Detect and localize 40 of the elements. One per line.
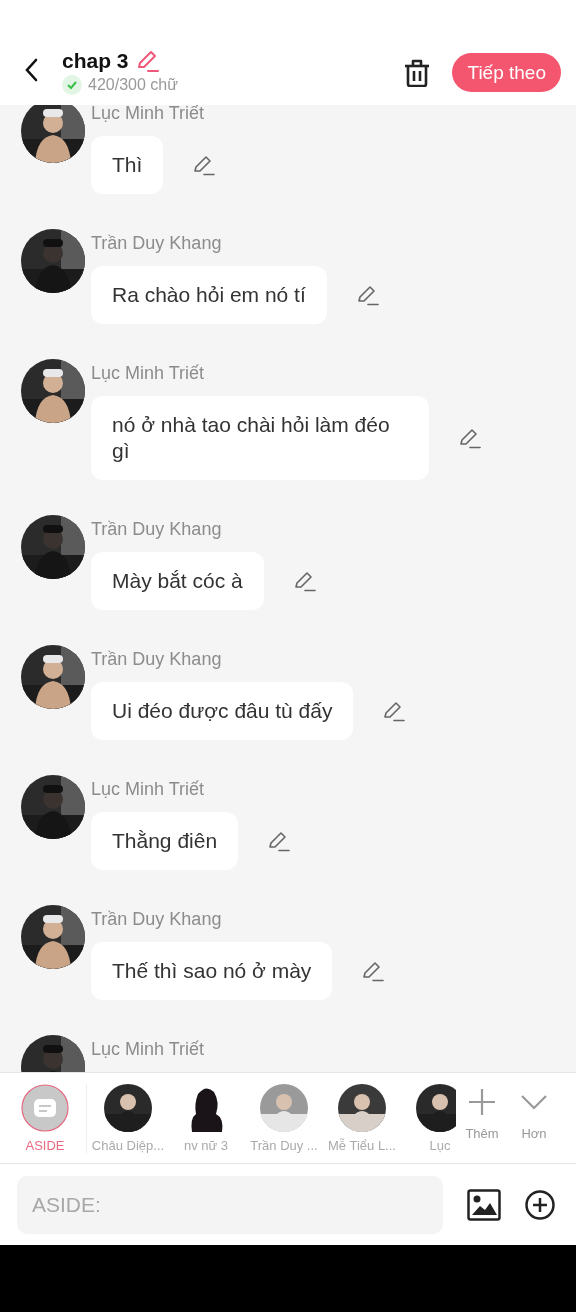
character-item[interactable]: Lục (401, 1083, 456, 1153)
chapter-title: chap 3 (62, 48, 129, 73)
message-bubble[interactable]: Thằng điên (91, 812, 239, 870)
message-bubble[interactable]: Ra chào hỏi em nó tí (91, 266, 327, 324)
message-bubble[interactable]: Thì (91, 136, 164, 194)
message-bubble[interactable]: Mày bắt cóc à (91, 552, 264, 610)
add-button[interactable]: Thêm (456, 1087, 508, 1141)
pencil-icon[interactable] (293, 570, 316, 592)
back-icon[interactable] (24, 57, 38, 82)
plus-icon (468, 1087, 496, 1116)
message-bubble[interactable]: nó ở nhà tao chài hỏi làm đéo gì (91, 396, 429, 480)
input-field[interactable]: ASIDE: (17, 1175, 443, 1234)
more-button[interactable]: Hơn (508, 1087, 560, 1141)
speaker-name: Trần Duy Khang (91, 518, 223, 540)
character-item[interactable]: nv nữ 3 (167, 1083, 245, 1153)
aside-icon (21, 1083, 69, 1132)
message-bubble[interactable]: Thế thì sao nó ở mày (91, 942, 333, 1000)
pencil-icon[interactable] (459, 427, 481, 449)
trash-icon[interactable] (404, 58, 431, 87)
character-item[interactable]: ASIDE (4, 1083, 87, 1153)
pencil-icon[interactable] (193, 154, 216, 176)
next-button[interactable]: Tiếp theo (452, 53, 561, 92)
add-icon[interactable] (525, 1189, 555, 1220)
speaker-name: Lục Minh Triết (91, 105, 206, 124)
speaker-name: Trần Duy Khang (91, 648, 223, 670)
message-bubble[interactable]: Ui đéo được đâu tù đấy (91, 682, 354, 740)
character-item[interactable]: Trần Duy ... (245, 1083, 323, 1153)
pencil-icon[interactable] (356, 284, 379, 306)
speaker-name: Lục Minh Triết (91, 1038, 205, 1060)
pencil-icon[interactable] (268, 830, 291, 852)
speaker-name: Lục Minh Triết (91, 362, 206, 384)
speaker-name: Lục Minh Triết (91, 778, 206, 800)
character-item[interactable]: Châu Diệp... (89, 1083, 167, 1153)
word-count: 420/300 chữ (88, 75, 178, 94)
pencil-icon[interactable] (383, 700, 406, 722)
image-icon[interactable] (467, 1188, 501, 1221)
character-item[interactable]: Mễ Tiểu L... (323, 1083, 401, 1153)
pencil-icon[interactable] (362, 960, 385, 982)
speaker-name: Trần Duy Khang (91, 908, 223, 930)
speaker-name: Trần Duy Khang (91, 232, 223, 254)
